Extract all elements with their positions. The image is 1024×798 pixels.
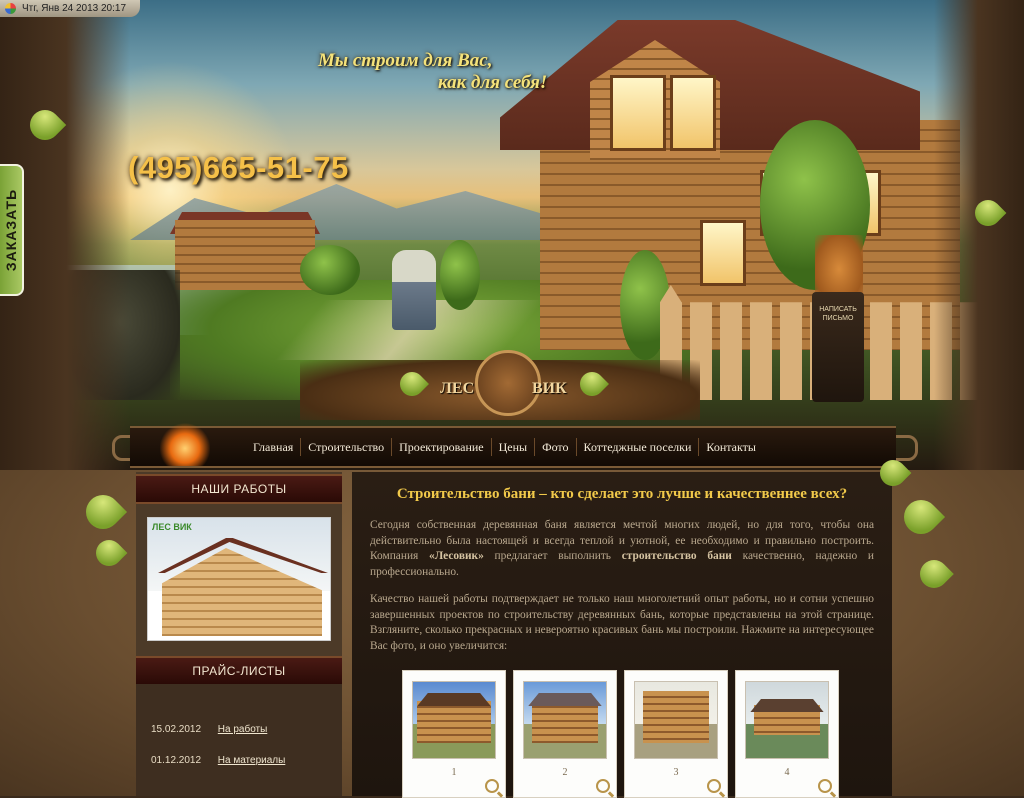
flame-decoration bbox=[160, 422, 210, 466]
nav-item-cottage-villages[interactable]: Коттеджные поселки bbox=[575, 438, 699, 456]
status-datetime: Чтг, Янв 24 2013 20:17 bbox=[22, 3, 127, 14]
colorful-ball-icon bbox=[5, 3, 16, 14]
zoom-icon[interactable] bbox=[818, 779, 832, 793]
price-item-link[interactable]: На материалы bbox=[218, 755, 286, 766]
our-works-header: НАШИ РАБОТЫ bbox=[136, 474, 342, 504]
nav-item-construction[interactable]: Строительство bbox=[300, 438, 391, 456]
price-item: 01.12.2012 На материалы bbox=[151, 755, 285, 766]
thumb-number: 3 bbox=[673, 767, 679, 778]
bush bbox=[440, 240, 480, 310]
thumb-number: 4 bbox=[784, 767, 790, 778]
thumb-photo bbox=[634, 681, 718, 759]
main-nav: Главная Строительство Проектирование Цен… bbox=[130, 426, 896, 468]
bush bbox=[300, 245, 360, 295]
tree-trunk-right bbox=[934, 0, 1024, 470]
slogan: Мы строим для Вас, как для себя! bbox=[318, 50, 547, 94]
bathhouse-illustration bbox=[175, 220, 315, 290]
zoom-icon[interactable] bbox=[485, 779, 499, 793]
price-item-date: 15.02.2012 bbox=[151, 724, 202, 735]
nav-item-contacts[interactable]: Контакты bbox=[698, 438, 763, 456]
content-paragraph-2: Качество нашей работы подтверждает не то… bbox=[370, 593, 874, 652]
gallery-thumb[interactable]: 2 bbox=[513, 670, 617, 798]
service-name: строительство бани bbox=[621, 550, 732, 562]
our-works-image[interactable]: ЛЕС ВИК bbox=[147, 517, 331, 641]
gallery-thumb[interactable]: 4 bbox=[735, 670, 839, 798]
logo-text-right: ВИК bbox=[532, 380, 567, 397]
house-window bbox=[700, 220, 746, 286]
site-logo[interactable]: ЛЕС ВИК bbox=[430, 350, 580, 430]
order-tab-button[interactable]: ЗАКАЗАТЬ bbox=[0, 164, 24, 296]
thumb-number: 2 bbox=[562, 767, 568, 778]
nav-list: Главная Строительство Проектирование Цен… bbox=[246, 428, 763, 466]
slogan-line-2: как для себя! bbox=[438, 72, 548, 93]
logo-text-left: ЛЕС bbox=[440, 380, 475, 397]
house-window bbox=[670, 75, 716, 151]
price-item-date: 01.12.2012 bbox=[151, 755, 202, 766]
price-item: 15.02.2012 На работы bbox=[151, 724, 267, 735]
slogan-line-1: Мы строим для Вас, bbox=[318, 50, 493, 71]
thumb-number: 1 bbox=[451, 767, 457, 778]
para1-text-b: предлагает выполнить bbox=[483, 550, 622, 562]
zoom-icon[interactable] bbox=[707, 779, 721, 793]
thumb-photo bbox=[523, 681, 607, 759]
photo-logo-watermark: ЛЕС ВИК bbox=[152, 522, 192, 532]
price-item-link[interactable]: На работы bbox=[218, 724, 268, 735]
gallery-thumb[interactable]: 1 bbox=[402, 670, 506, 798]
order-tab-label: ЗАКАЗАТЬ bbox=[3, 188, 19, 272]
status-bar: Чтг, Янв 24 2013 20:17 bbox=[0, 0, 140, 17]
gallery-thumb[interactable]: 3 bbox=[624, 670, 728, 798]
thumb-photo bbox=[745, 681, 829, 759]
zoom-icon[interactable] bbox=[596, 779, 610, 793]
nav-item-design[interactable]: Проектирование bbox=[391, 438, 490, 456]
nav-item-prices[interactable]: Цены bbox=[490, 438, 534, 456]
log-house-illustration bbox=[480, 20, 980, 350]
nav-item-photo[interactable]: Фото bbox=[534, 438, 575, 456]
thumb-photo bbox=[412, 681, 496, 759]
hero-banner: НАПИСАТЬ ПИСЬМО Мы строим для Вас, как д… bbox=[0, 0, 1024, 470]
house-window bbox=[610, 75, 666, 151]
price-lists-header: ПРАЙС-ЛИСТЫ bbox=[136, 656, 342, 686]
company-name: «Лесовик» bbox=[429, 550, 484, 562]
content-paragraph-1: Сегодня собственная деревянная баня явля… bbox=[370, 518, 874, 580]
cat-illustration bbox=[815, 235, 863, 297]
page-title: Строительство бани – кто сделает это луч… bbox=[396, 486, 848, 502]
phone-number: (495)665-51-75 bbox=[128, 150, 349, 185]
nav-item-home[interactable]: Главная bbox=[246, 438, 300, 456]
mailbox-label[interactable]: НАПИСАТЬ ПИСЬМО bbox=[812, 305, 864, 323]
price-lists-box bbox=[136, 684, 342, 796]
couple-walking bbox=[392, 250, 436, 330]
